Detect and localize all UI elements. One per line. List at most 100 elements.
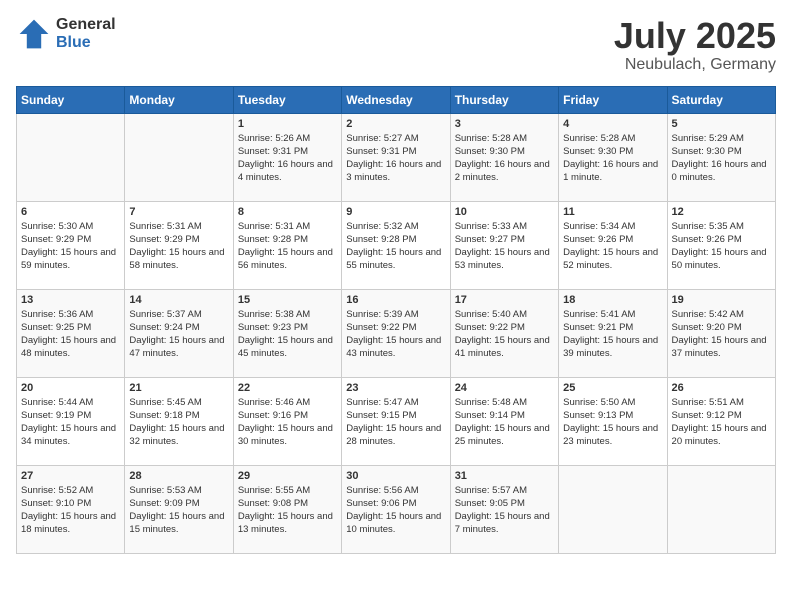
calendar-table: Sunday Monday Tuesday Wednesday Thursday… — [16, 86, 776, 554]
cell-w0-d6: 5 Sunrise: 5:29 AM Sunset: 9:30 PM Daylig… — [667, 113, 775, 201]
day-info: Sunrise: 5:53 AM Sunset: 9:09 PM Dayligh… — [129, 484, 228, 537]
cell-w2-d0: 13Sunrise: 5:36 AM Sunset: 9:25 PM Dayli… — [17, 289, 125, 377]
day-number: 14 — [129, 294, 228, 306]
day-info: Sunrise: 5:32 AM Sunset: 9:28 PM Dayligh… — [346, 220, 445, 273]
day-info: Sunrise: 5:27 AM Sunset: 9:31 PM Dayligh… — [346, 132, 445, 185]
day-number: 17 — [455, 294, 554, 306]
day-number: 27 — [21, 470, 120, 482]
day-number: 3 — [455, 118, 554, 130]
day-number: 10 — [455, 206, 554, 218]
cell-w4-d3: 30 Sunrise: 5:56 AM Sunset: 9:06 PM Dayli… — [342, 465, 450, 553]
day-number: 6 — [21, 206, 120, 218]
day-info: Sunrise: 5:50 AM Sunset: 9:13 PM Dayligh… — [563, 396, 662, 449]
week-row-3: 20Sunrise: 5:44 AM Sunset: 9:19 PM Dayli… — [17, 377, 776, 465]
week-row-4: 27 Sunrise: 5:52 AM Sunset: 9:10 PM Dayli… — [17, 465, 776, 553]
day-number: 22 — [238, 382, 337, 394]
cell-w0-d3: 2Sunrise: 5:27 AM Sunset: 9:31 PM Daylig… — [342, 113, 450, 201]
day-info: Sunrise: 5:46 AM Sunset: 9:16 PM Dayligh… — [238, 396, 337, 449]
day-number: 9 — [346, 206, 445, 218]
day-number: 21 — [129, 382, 228, 394]
day-info: Sunrise: 5:38 AM Sunset: 9:23 PM Dayligh… — [238, 308, 337, 361]
cell-w0-d0 — [17, 113, 125, 201]
calendar-body: 1 Sunrise: 5:26 AM Sunset: 9:31 PM Daylig… — [17, 113, 776, 553]
cell-w1-d1: 7Sunrise: 5:31 AM Sunset: 9:29 PM Daylig… — [125, 201, 233, 289]
header-wednesday: Wednesday — [342, 86, 450, 113]
day-info: Sunrise: 5:51 AM Sunset: 9:12 PM Dayligh… — [672, 396, 771, 449]
day-info: Sunrise: 5:40 AM Sunset: 9:22 PM Dayligh… — [455, 308, 554, 361]
day-number: 28 — [129, 470, 228, 482]
cell-w1-d6: 12 Sunrise: 5:35 AM Sunset: 9:26 PM Dayli… — [667, 201, 775, 289]
cell-w0-d4: 3Sunrise: 5:28 AM Sunset: 9:30 PM Daylig… — [450, 113, 558, 201]
logo: General Blue — [16, 16, 116, 52]
header-saturday: Saturday — [667, 86, 775, 113]
cell-w1-d0: 6 Sunrise: 5:30 AM Sunset: 9:29 PM Daylig… — [17, 201, 125, 289]
day-number: 29 — [238, 470, 337, 482]
header: General Blue July 2025 Neubulach, German… — [16, 16, 776, 74]
day-info: Sunrise: 5:41 AM Sunset: 9:21 PM Dayligh… — [563, 308, 662, 361]
calendar-header: Sunday Monday Tuesday Wednesday Thursday… — [17, 86, 776, 113]
day-number: 7 — [129, 206, 228, 218]
day-info: Sunrise: 5:39 AM Sunset: 9:22 PM Dayligh… — [346, 308, 445, 361]
cell-w1-d2: 8Sunrise: 5:31 AM Sunset: 9:28 PM Daylig… — [233, 201, 341, 289]
day-info: Sunrise: 5:35 AM Sunset: 9:26 PM Dayligh… — [672, 220, 771, 273]
header-monday: Monday — [125, 86, 233, 113]
cell-w2-d3: 16Sunrise: 5:39 AM Sunset: 9:22 PM Dayli… — [342, 289, 450, 377]
day-number: 5 — [672, 118, 771, 130]
day-info: Sunrise: 5:55 AM Sunset: 9:08 PM Dayligh… — [238, 484, 337, 537]
day-info: Sunrise: 5:47 AM Sunset: 9:15 PM Dayligh… — [346, 396, 445, 449]
day-info: Sunrise: 5:33 AM Sunset: 9:27 PM Dayligh… — [455, 220, 554, 273]
cell-w3-d0: 20Sunrise: 5:44 AM Sunset: 9:19 PM Dayli… — [17, 377, 125, 465]
cell-w2-d6: 19 Sunrise: 5:42 AM Sunset: 9:20 PM Dayli… — [667, 289, 775, 377]
cell-w0-d5: 4 Sunrise: 5:28 AM Sunset: 9:30 PM Daylig… — [559, 113, 667, 201]
day-info: Sunrise: 5:28 AM Sunset: 9:30 PM Dayligh… — [563, 132, 662, 185]
cell-w1-d4: 10 Sunrise: 5:33 AM Sunset: 9:27 PM Dayli… — [450, 201, 558, 289]
cell-w4-d6 — [667, 465, 775, 553]
header-friday: Friday — [559, 86, 667, 113]
day-info: Sunrise: 5:34 AM Sunset: 9:26 PM Dayligh… — [563, 220, 662, 273]
logo-line2: Blue — [56, 34, 116, 52]
cell-w3-d1: 21 Sunrise: 5:45 AM Sunset: 9:18 PM Dayli… — [125, 377, 233, 465]
day-number: 4 — [563, 118, 662, 130]
logo-icon — [16, 16, 52, 52]
week-row-0: 1 Sunrise: 5:26 AM Sunset: 9:31 PM Daylig… — [17, 113, 776, 201]
week-row-1: 6 Sunrise: 5:30 AM Sunset: 9:29 PM Daylig… — [17, 201, 776, 289]
header-row: Sunday Monday Tuesday Wednesday Thursday… — [17, 86, 776, 113]
day-info: Sunrise: 5:26 AM Sunset: 9:31 PM Dayligh… — [238, 132, 337, 185]
day-number: 12 — [672, 206, 771, 218]
cell-w4-d4: 31 Sunrise: 5:57 AM Sunset: 9:05 PM Dayli… — [450, 465, 558, 553]
cell-w2-d2: 15 Sunrise: 5:38 AM Sunset: 9:23 PM Dayli… — [233, 289, 341, 377]
day-number: 25 — [563, 382, 662, 394]
cell-w2-d4: 17 Sunrise: 5:40 AM Sunset: 9:22 PM Dayli… — [450, 289, 558, 377]
day-number: 18 — [563, 294, 662, 306]
day-number: 19 — [672, 294, 771, 306]
day-number: 15 — [238, 294, 337, 306]
day-info: Sunrise: 5:45 AM Sunset: 9:18 PM Dayligh… — [129, 396, 228, 449]
cell-w2-d1: 14Sunrise: 5:37 AM Sunset: 9:24 PM Dayli… — [125, 289, 233, 377]
cell-w4-d1: 28 Sunrise: 5:53 AM Sunset: 9:09 PM Dayli… — [125, 465, 233, 553]
cell-w3-d3: 23 Sunrise: 5:47 AM Sunset: 9:15 PM Dayli… — [342, 377, 450, 465]
cell-w3-d2: 22 Sunrise: 5:46 AM Sunset: 9:16 PM Dayli… — [233, 377, 341, 465]
title-area: July 2025 Neubulach, Germany — [614, 16, 776, 74]
day-info: Sunrise: 5:36 AM Sunset: 9:25 PM Dayligh… — [21, 308, 120, 361]
day-number: 23 — [346, 382, 445, 394]
cell-w3-d6: 26Sunrise: 5:51 AM Sunset: 9:12 PM Dayli… — [667, 377, 775, 465]
day-number: 20 — [21, 382, 120, 394]
day-info: Sunrise: 5:52 AM Sunset: 9:10 PM Dayligh… — [21, 484, 120, 537]
day-number: 1 — [238, 118, 337, 130]
day-number: 31 — [455, 470, 554, 482]
location: Neubulach, Germany — [614, 56, 776, 74]
day-info: Sunrise: 5:57 AM Sunset: 9:05 PM Dayligh… — [455, 484, 554, 537]
day-number: 30 — [346, 470, 445, 482]
cell-w0-d2: 1 Sunrise: 5:26 AM Sunset: 9:31 PM Daylig… — [233, 113, 341, 201]
day-info: Sunrise: 5:29 AM Sunset: 9:30 PM Dayligh… — [672, 132, 771, 185]
day-number: 8 — [238, 206, 337, 218]
logo-line1: General — [56, 16, 116, 34]
cell-w1-d5: 11 Sunrise: 5:34 AM Sunset: 9:26 PM Dayli… — [559, 201, 667, 289]
day-number: 11 — [563, 206, 662, 218]
cell-w0-d1 — [125, 113, 233, 201]
cell-w2-d5: 18 Sunrise: 5:41 AM Sunset: 9:21 PM Dayli… — [559, 289, 667, 377]
day-info: Sunrise: 5:30 AM Sunset: 9:29 PM Dayligh… — [21, 220, 120, 273]
day-info: Sunrise: 5:42 AM Sunset: 9:20 PM Dayligh… — [672, 308, 771, 361]
day-info: Sunrise: 5:56 AM Sunset: 9:06 PM Dayligh… — [346, 484, 445, 537]
day-info: Sunrise: 5:48 AM Sunset: 9:14 PM Dayligh… — [455, 396, 554, 449]
